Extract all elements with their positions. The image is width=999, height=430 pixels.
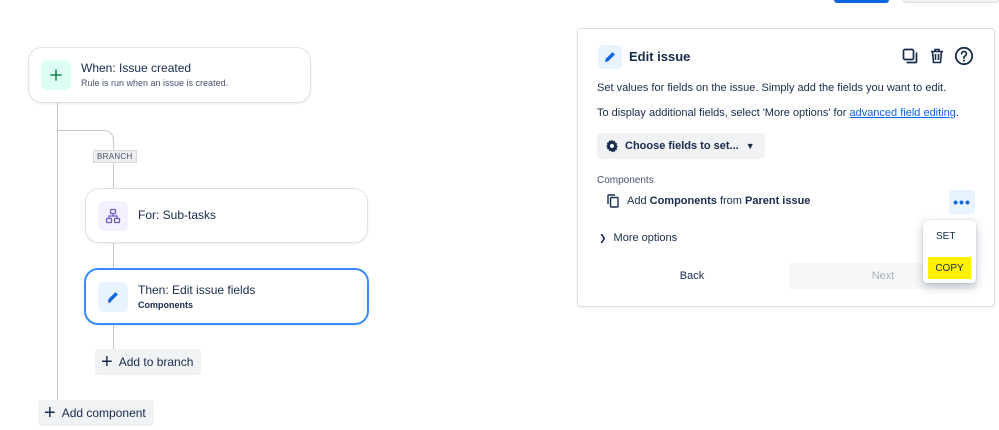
- trigger-title: When: Issue created: [81, 61, 192, 75]
- trash-icon[interactable]: [927, 46, 947, 66]
- help-icon[interactable]: [954, 46, 974, 66]
- main-connector: [57, 102, 58, 402]
- choose-fields-label: Choose fields to set...: [625, 140, 739, 152]
- branch-connector-2: [113, 243, 114, 269]
- plus-icon: [41, 60, 71, 90]
- copy-icon: [607, 194, 619, 208]
- component-field: Components: [649, 195, 717, 207]
- branch-connector-curve: [104, 130, 114, 140]
- additional-suffix: .: [955, 107, 959, 119]
- pencil-icon: [98, 281, 128, 312]
- components-label: Components: [597, 175, 654, 186]
- top-secondary-button[interactable]: [903, 0, 999, 3]
- branch-connector-horizontal: [57, 130, 105, 131]
- plus-icon: +: [44, 402, 56, 424]
- plus-icon: +: [101, 351, 113, 373]
- advanced-field-editing-link[interactable]: advanced field editing: [849, 107, 955, 119]
- menu-item-set[interactable]: SET: [936, 225, 955, 247]
- choose-fields-button[interactable]: Choose fields to set... ▼: [597, 133, 765, 159]
- chevron-down-icon: ▼: [745, 141, 755, 151]
- branch-card[interactable]: For: Sub-tasks: [85, 188, 368, 243]
- action-title: Then: Edit issue fields: [138, 282, 256, 297]
- additional-prefix: To display additional fields, select 'Mo…: [597, 107, 850, 119]
- panel-title: Edit issue: [629, 49, 691, 64]
- pencil-icon: [598, 45, 622, 69]
- branch-connector-vertical: [113, 138, 114, 188]
- duplicate-icon[interactable]: [900, 46, 920, 66]
- action-card[interactable]: Then: Edit issue fields Components: [84, 268, 369, 325]
- more-options-label: More options: [613, 232, 678, 244]
- action-subtitle: Components: [138, 299, 193, 310]
- field-action-dropdown: SET COPY: [923, 220, 976, 283]
- more-actions-button[interactable]: •••: [949, 190, 975, 214]
- top-primary-button[interactable]: [834, 0, 889, 3]
- component-verb: Add: [627, 195, 647, 207]
- add-component-button[interactable]: + Add component: [38, 400, 154, 426]
- trigger-card[interactable]: When: Issue created Rule is run when an …: [28, 47, 311, 103]
- branch-tag: BRANCH: [93, 150, 137, 163]
- panel-header-actions: [900, 46, 974, 66]
- branch-connector-3: [113, 325, 114, 350]
- back-button[interactable]: Back: [597, 263, 787, 289]
- hierarchy-icon: [98, 200, 128, 231]
- gear-icon: [605, 139, 619, 153]
- more-options-toggle[interactable]: ❯ More options: [599, 232, 677, 244]
- component-from: from: [719, 195, 742, 207]
- branch-title: For: Sub-tasks: [138, 208, 217, 222]
- add-to-branch-button[interactable]: + Add to branch: [95, 349, 202, 375]
- menu-item-copy[interactable]: COPY: [928, 257, 971, 279]
- additional-fields-text: To display additional fields, select 'Mo…: [597, 107, 959, 119]
- components-row: Add Components from Parent issue: [607, 194, 810, 208]
- trigger-subtitle: Rule is run when an issue is created.: [81, 78, 229, 88]
- chevron-right-icon: ❯: [599, 232, 607, 243]
- panel-description: Set values for fields on the issue. Simp…: [597, 82, 947, 94]
- add-component-label: Add component: [61, 406, 146, 420]
- add-to-branch-label: Add to branch: [118, 355, 194, 369]
- component-source: Parent issue: [745, 195, 811, 207]
